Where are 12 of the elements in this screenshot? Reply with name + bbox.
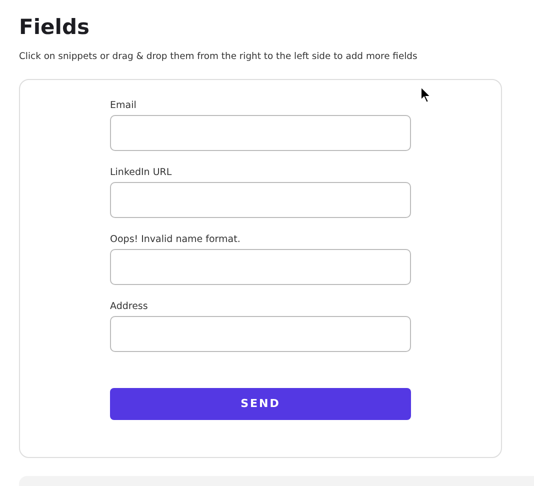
field-label: Oops! Invalid name format. [110, 233, 242, 247]
page-title: Fields [19, 14, 91, 41]
field-label: Email [110, 99, 138, 113]
cursor-icon [420, 86, 432, 104]
page-subtitle: Click on snippets or drag & drop them from the right to the left side to add more fields [19, 50, 418, 64]
input-field[interactable] [110, 249, 411, 285]
field-label: Address [110, 300, 149, 314]
field-label: LinkedIn URL [110, 166, 173, 180]
input-field[interactable] [110, 115, 411, 151]
input-field[interactable] [110, 316, 411, 352]
input-field[interactable] [110, 182, 411, 218]
send-button[interactable]: SEND [110, 388, 411, 420]
